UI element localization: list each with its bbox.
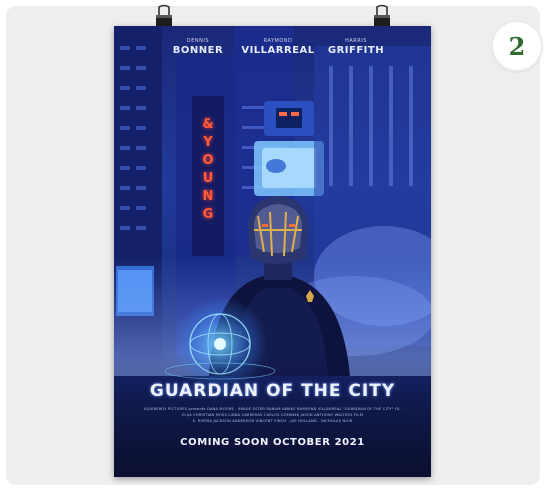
neon-letter: G <box>202 207 214 222</box>
neon-letter: U <box>202 171 214 186</box>
credit-line: K. RIVERA JACKSON ANDERSON VINCENT FINCH… <box>192 419 353 423</box>
release-date: COMING SOON OCTOBER 2021 <box>180 437 365 448</box>
neon-letter: Y <box>203 135 213 150</box>
step-number-badge: 2 <box>493 22 541 70</box>
neon-letter: & <box>202 117 214 132</box>
step-number: 2 <box>508 31 526 61</box>
poster-credits: SQUIREBOY PICTURES presents DANA MOORE .… <box>144 406 401 424</box>
binder-clip-right-icon <box>374 4 390 27</box>
cast-name-3: HARRIS GRIFFITH <box>327 38 385 56</box>
cast-name-2: RAYMOND VILLARREAL <box>241 38 315 56</box>
binder-clip-left-icon <box>156 4 172 27</box>
neon-letter: N <box>202 189 214 204</box>
neon-sign: & Y O U N G <box>198 116 218 224</box>
cast-name-1: DENNIS BONNER <box>172 38 224 56</box>
cast-names: DENNIS BONNER RAYMOND VILLARREAL HARRIS … <box>114 38 431 88</box>
neon-letter: O <box>202 153 214 168</box>
poster-title: GUARDIAN OF THE CITY <box>149 381 396 401</box>
movie-poster: DENNIS BONNER RAYMOND VILLARREAL HARRIS … <box>114 26 431 477</box>
